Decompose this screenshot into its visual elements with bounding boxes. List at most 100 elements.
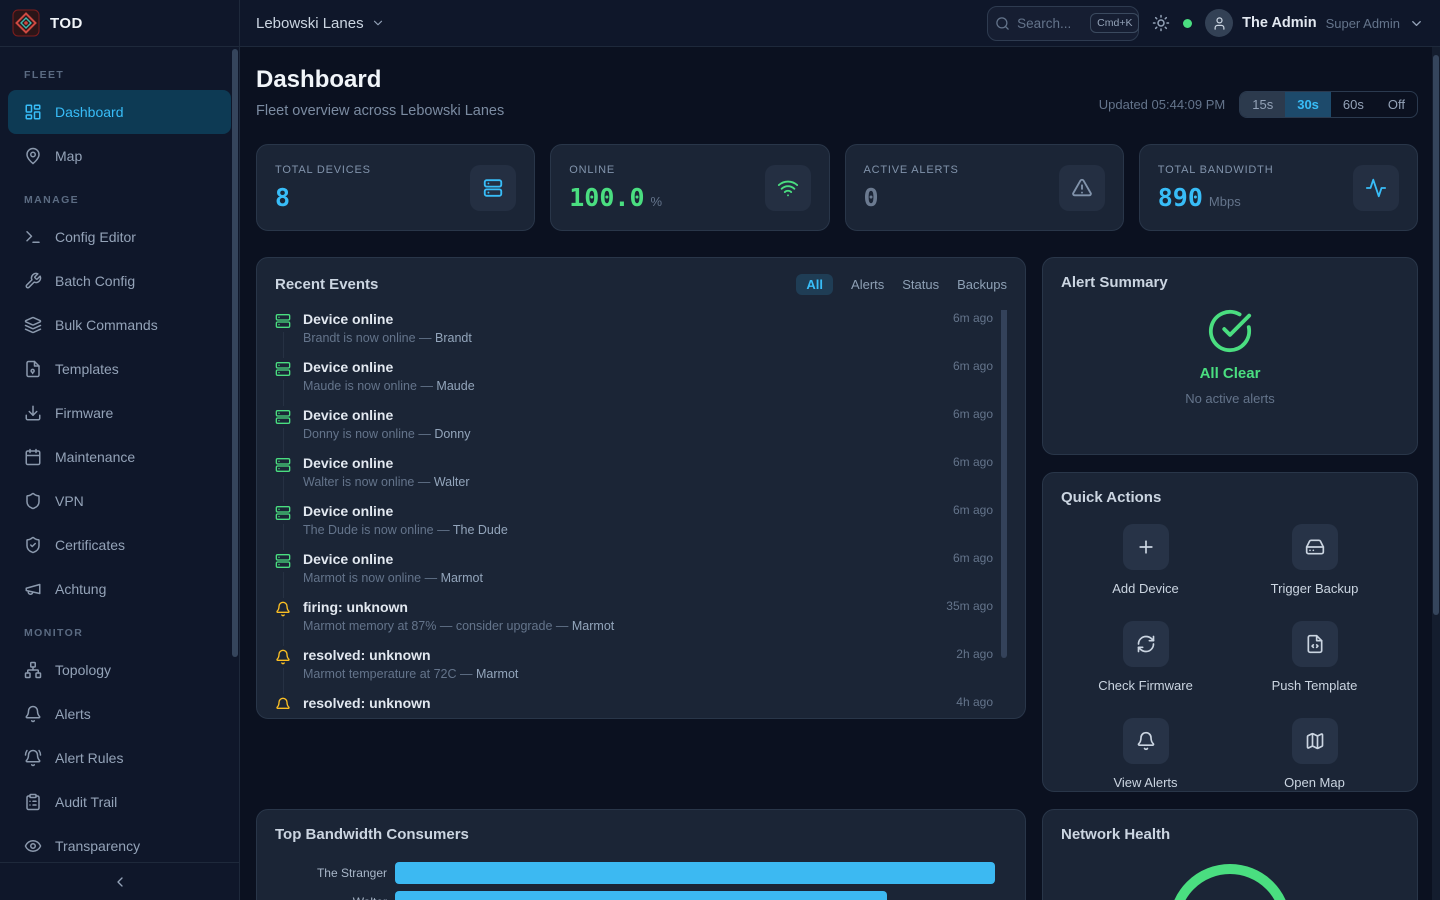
section-label-monitor: MONITOR [24, 627, 215, 639]
section-label-fleet: FLEET [24, 69, 215, 81]
sidebar-item-label: Achtung [55, 581, 106, 597]
bandwidth-row: The Stranger [275, 862, 1007, 884]
search-box[interactable]: Cmd+K [987, 6, 1139, 41]
sidebar-item-vpn[interactable]: VPN [8, 479, 231, 523]
event-filter-tabs: All Alerts Status Backups [796, 274, 1007, 295]
network-health-gauge: 100 [1169, 864, 1291, 900]
sidebar-item-label: Firmware [55, 405, 113, 421]
sidebar-item-templates[interactable]: Templates [8, 347, 231, 391]
bell-ring-icon [24, 749, 42, 767]
bandwidth-bar [395, 862, 995, 884]
sidebar-item-topology[interactable]: Topology [8, 648, 231, 692]
push-template-button[interactable]: Push Template [1230, 621, 1399, 693]
sidebar-item-dashboard[interactable]: Dashboard [8, 90, 231, 134]
event-subtitle: The Dude is now online — The Dude [303, 522, 1007, 538]
events-scrollbar[interactable] [1001, 310, 1007, 658]
eye-icon [24, 837, 42, 855]
interval-15s-button[interactable]: 15s [1240, 92, 1285, 117]
plus-icon [1123, 524, 1169, 570]
sidebar-collapse-button[interactable] [0, 862, 239, 900]
bell-icon [275, 598, 291, 620]
event-title: Device online [303, 550, 1007, 568]
sidebar-item-map[interactable]: Map [8, 134, 231, 178]
sidebar-item-alert-rules[interactable]: Alert Rules [8, 736, 231, 780]
bell-icon [275, 646, 291, 668]
sidebar-item-certificates[interactable]: Certificates [8, 523, 231, 567]
download-icon [24, 404, 42, 422]
main-scrollbar-track[interactable] [1432, 47, 1440, 900]
bandwidth-bar-label: The Stranger [275, 866, 387, 880]
event-title: resolved: unknown [303, 646, 1007, 664]
layout-dashboard-icon [24, 103, 42, 121]
tab-status[interactable]: Status [902, 277, 939, 292]
sidebar-item-bulk-commands[interactable]: Bulk Commands [8, 303, 231, 347]
sidebar: FLEET Dashboard Map MANAGE Config Editor… [0, 47, 240, 900]
server-icon [275, 406, 291, 428]
event-item: Device online6m agoMarmot is now online … [275, 550, 1007, 586]
chevron-left-icon [112, 874, 128, 890]
stat-value: 8 [275, 183, 290, 212]
wrench-icon [24, 272, 42, 290]
event-subtitle: Marmot temperature at 72C — Marmot [303, 666, 1007, 682]
layers-icon [24, 316, 42, 334]
add-device-button[interactable]: Add Device [1061, 524, 1230, 596]
sidebar-item-audit-trail[interactable]: Audit Trail [8, 780, 231, 824]
org-name: Lebowski Lanes [256, 15, 364, 32]
event-item: Device online6m agoThe Dude is now onlin… [275, 502, 1007, 538]
section-label-manage: MANAGE [24, 194, 215, 206]
view-alerts-button[interactable]: View Alerts [1061, 718, 1230, 790]
event-time: 6m ago [953, 551, 993, 565]
main-scrollbar-thumb[interactable] [1433, 55, 1439, 615]
events-title: Recent Events [275, 276, 378, 293]
trigger-backup-button[interactable]: Trigger Backup [1230, 524, 1399, 596]
interval-off-button[interactable]: Off [1376, 92, 1417, 117]
tab-backups[interactable]: Backups [957, 277, 1007, 292]
tab-alerts[interactable]: Alerts [851, 277, 884, 292]
quick-actions-panel: Quick Actions Add Device Trigger Backup [1042, 472, 1418, 792]
hard-drive-icon [1292, 524, 1338, 570]
tab-all[interactable]: All [796, 274, 833, 295]
sidebar-scrollbar[interactable] [232, 49, 238, 657]
stat-card-online: ONLINE 100.0 % [550, 144, 829, 231]
bandwidth-bar [395, 891, 887, 900]
bandwidth-chart-title: Top Bandwidth Consumers [275, 826, 469, 843]
sidebar-item-label: Transparency [55, 838, 140, 854]
org-switcher[interactable]: Lebowski Lanes [256, 15, 385, 32]
event-item: Device online6m agoWalter is now online … [275, 454, 1007, 490]
interval-30s-button[interactable]: 30s [1285, 92, 1331, 117]
search-icon [995, 16, 1010, 31]
quick-action-label: Push Template [1272, 678, 1358, 693]
search-input[interactable] [1017, 16, 1083, 31]
user-name: The Admin [1242, 15, 1316, 31]
theme-toggle-sun-icon[interactable] [1152, 14, 1170, 32]
check-firmware-button[interactable]: Check Firmware [1061, 621, 1230, 693]
quick-action-label: Check Firmware [1098, 678, 1193, 693]
open-map-button[interactable]: Open Map [1230, 718, 1399, 790]
activity-icon [1353, 165, 1399, 211]
alert-summary-title: Alert Summary [1061, 274, 1168, 291]
sidebar-item-label: Map [55, 148, 82, 164]
quick-action-label: Trigger Backup [1271, 581, 1359, 596]
stat-card-total-devices: TOTAL DEVICES 8 [256, 144, 535, 231]
event-item: resolved: unknown4h ago [275, 694, 1007, 710]
sidebar-item-batch-config[interactable]: Batch Config [8, 259, 231, 303]
event-time: 6m ago [953, 407, 993, 421]
sidebar-item-label: Audit Trail [55, 794, 117, 810]
sidebar-item-label: Certificates [55, 537, 125, 553]
alert-summary-panel: Alert Summary All Clear No active alerts [1042, 257, 1418, 455]
refresh-icon [1123, 621, 1169, 667]
interval-60s-button[interactable]: 60s [1331, 92, 1376, 117]
sidebar-item-achtung[interactable]: Achtung [8, 567, 231, 611]
user-menu[interactable]: The Admin Super Admin [1205, 9, 1424, 37]
event-subtitle: Walter is now online — Walter [303, 474, 1007, 490]
sidebar-item-alerts[interactable]: Alerts [8, 692, 231, 736]
quick-actions-title: Quick Actions [1061, 489, 1161, 506]
sidebar-item-config-editor[interactable]: Config Editor [8, 215, 231, 259]
event-subtitle: Donny is now online — Donny [303, 426, 1007, 442]
sidebar-item-firmware[interactable]: Firmware [8, 391, 231, 435]
quick-action-label: View Alerts [1113, 775, 1177, 790]
sidebar-item-maintenance[interactable]: Maintenance [8, 435, 231, 479]
event-title: Device online [303, 358, 1007, 376]
stat-card-active-alerts: ACTIVE ALERTS 0 [845, 144, 1124, 231]
file-code-icon [1292, 621, 1338, 667]
